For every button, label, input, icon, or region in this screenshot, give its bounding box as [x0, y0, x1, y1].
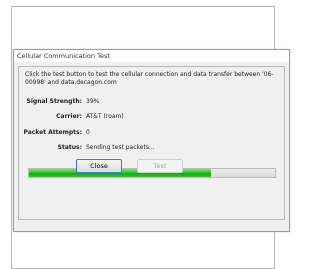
- status-label: Status:: [57, 144, 82, 151]
- screen: Cellular Communication Test Click the te…: [0, 0, 290, 269]
- carrier-label: Carrier:: [56, 113, 82, 120]
- signal-strength-label: Signal Strength:: [26, 98, 82, 105]
- packet-attempts-label: Packet Attempts:: [23, 129, 82, 136]
- status-value: Sending test packets...: [86, 144, 155, 151]
- dialog-title: Cellular Communication Test: [14, 50, 289, 62]
- instructions-text: Click the test button to test the cellul…: [25, 71, 274, 86]
- packet-attempts-value: 0: [86, 129, 90, 136]
- cellular-test-dialog: Cellular Communication Test Click the te…: [13, 49, 290, 232]
- test-button[interactable]: Test: [137, 159, 183, 173]
- signal-strength-value: 39%: [86, 98, 100, 105]
- dialog-content-panel: Click the test button to test the cellul…: [18, 66, 285, 220]
- close-button[interactable]: Close: [76, 159, 122, 173]
- carrier-value: AT&T (roam): [86, 113, 124, 120]
